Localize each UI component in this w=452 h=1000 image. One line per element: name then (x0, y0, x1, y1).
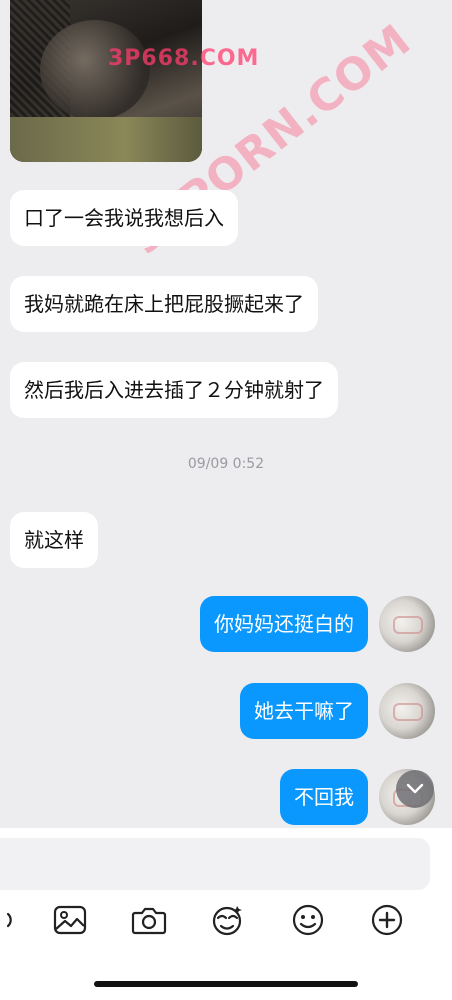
sticker-icon[interactable] (208, 900, 248, 940)
camera-icon[interactable] (129, 900, 169, 940)
message-timestamp: 09/09 0:52 (187, 456, 265, 472)
avatar[interactable] (379, 683, 435, 739)
message-input[interactable] (0, 838, 430, 890)
chevron-down-icon (406, 783, 424, 794)
watermark-top: 3P668.COM (108, 46, 260, 71)
image-message[interactable] (10, 0, 202, 162)
message-bubble-incoming[interactable]: 就这样 (10, 512, 98, 568)
home-indicator (94, 981, 358, 987)
emoji-icon[interactable] (288, 900, 328, 940)
plus-icon[interactable] (367, 900, 407, 940)
message-bubble-outgoing[interactable]: 不回我 (280, 769, 368, 825)
message-bubble-incoming[interactable]: 然后我后入进去插了２分钟就射了 (10, 362, 338, 418)
message-bubble-incoming[interactable]: 我妈就跪在床上把屁股撅起来了 (10, 276, 318, 332)
scroll-down-button[interactable] (396, 770, 434, 808)
composer-toolbar (0, 900, 452, 942)
avatar[interactable] (379, 596, 435, 652)
photo-floor (10, 117, 202, 162)
message-bubble-outgoing[interactable]: 她去干嘛了 (240, 683, 368, 739)
voice-icon[interactable] (0, 900, 26, 940)
composer-bar (0, 828, 452, 1000)
message-bubble-outgoing[interactable]: 你妈妈还挺白的 (200, 596, 368, 652)
message-bubble-incoming[interactable]: 口了一会我说我想后入 (10, 190, 238, 246)
image-icon[interactable] (50, 900, 90, 940)
